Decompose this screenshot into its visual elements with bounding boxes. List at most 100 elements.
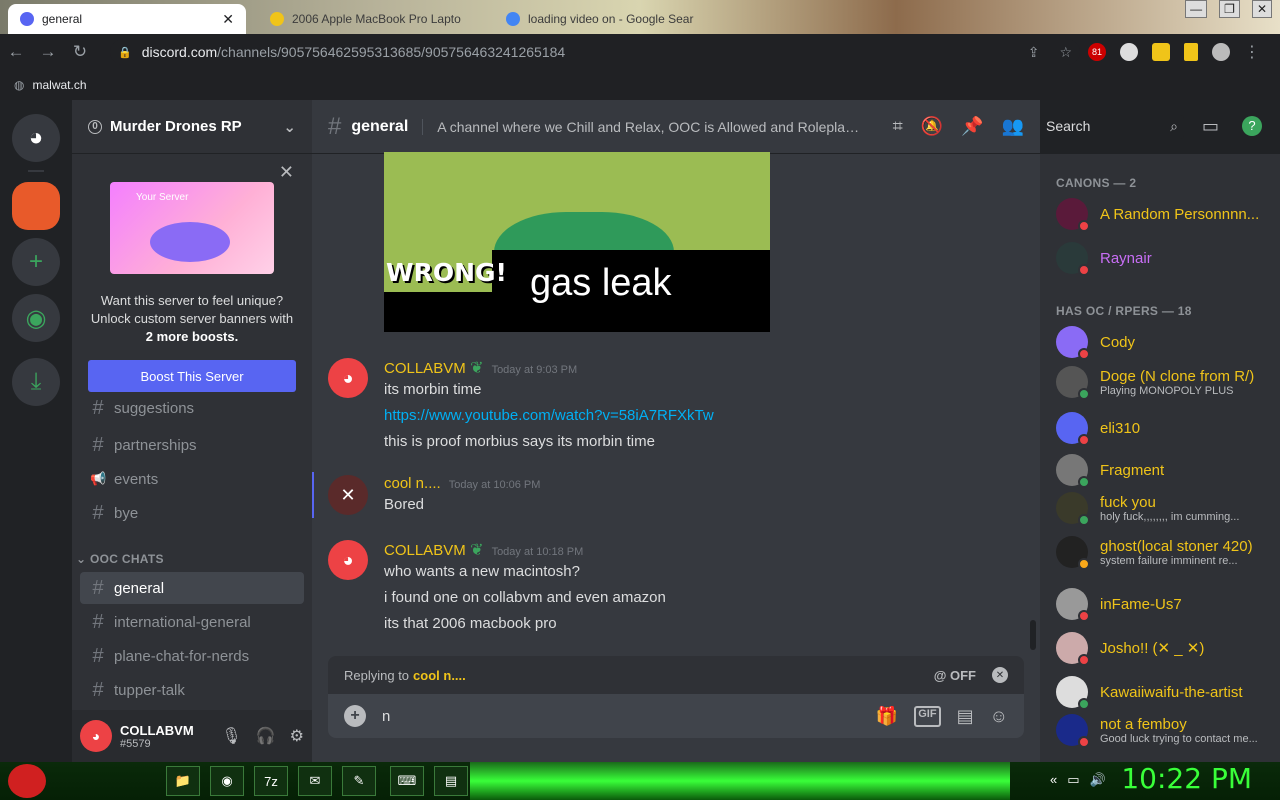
channel-partnerships[interactable]: # partnerships (80, 429, 304, 461)
battery-icon[interactable]: ▭ (1067, 772, 1079, 788)
member-name: inFame-Us7 (1100, 595, 1182, 613)
headphones-icon[interactable]: 🎧 (256, 726, 276, 746)
channel-suggestions[interactable]: # suggestions (80, 396, 304, 420)
discord-home-icon[interactable]: ◕ (12, 114, 60, 162)
inbox-icon[interactable]: ▭ (1202, 116, 1219, 137)
search-input[interactable]: Search ⌕ (1040, 115, 1184, 139)
message-author[interactable]: COLLABVM (384, 542, 466, 559)
member-item[interactable]: Josho!! (✕ _ ✕) (1056, 628, 1276, 668)
message-author[interactable]: COLLABVM (384, 360, 466, 377)
boost-line-2: Unlock custom server banners with (90, 311, 294, 326)
sidepanel-icon[interactable] (1184, 43, 1198, 61)
mention-toggle[interactable]: @ OFF (934, 668, 976, 683)
extension-icon[interactable] (1120, 43, 1138, 61)
app-icon[interactable]: ✉ (298, 766, 332, 796)
paint-icon[interactable]: ✎ (342, 766, 376, 796)
member-item[interactable]: Fragment (1056, 450, 1276, 490)
cancel-reply-icon[interactable]: ✕ (992, 667, 1008, 683)
channel-plane-chat[interactable]: # plane-chat-for-nerds (80, 640, 304, 672)
tray-chevron-icon[interactable]: « (1050, 772, 1057, 788)
chrome-icon[interactable]: ◉ (210, 766, 244, 796)
member-item[interactable]: inFame-Us7 (1056, 584, 1276, 624)
start-button-icon[interactable] (8, 764, 46, 798)
message-text: its morbin time (384, 381, 482, 398)
server-icon-murder-drones[interactable] (12, 182, 60, 230)
message-avatar[interactable]: ✕ (328, 475, 368, 515)
hash-icon: # (92, 576, 104, 599)
bookmark-malwatch[interactable]: malwat.ch (32, 78, 86, 92)
member-item[interactable]: eli310 (1056, 408, 1276, 448)
channel-title: general (351, 117, 409, 135)
7zip-icon[interactable]: 7z (254, 766, 288, 796)
notepad-icon[interactable]: ▤ (434, 766, 468, 796)
add-server-icon[interactable]: + (12, 238, 60, 286)
member-item[interactable]: A Random Personnnn... (1056, 194, 1276, 234)
emoji-icon[interactable]: ☺ (990, 706, 1008, 727)
settings-gear-icon[interactable]: ⚙ (290, 726, 304, 746)
member-list-icon[interactable]: 👥 (1002, 116, 1024, 137)
member-category: HAS OC / RPERS — 18 (1056, 304, 1192, 318)
message-link[interactable]: https://www.youtube.com/watch?v=58iA7RFX… (384, 406, 714, 426)
channel-bye[interactable]: # bye (80, 497, 304, 529)
channel-topic[interactable]: A channel where we Chill and Relax, OOC … (422, 118, 862, 135)
explore-compass-icon[interactable]: ◉ (12, 294, 60, 342)
boost-server-button[interactable]: Boost This Server (88, 360, 296, 392)
keyboard-icon[interactable]: ⌨ (390, 766, 424, 796)
message-input[interactable]: n (382, 708, 390, 725)
channel-label: bye (114, 504, 139, 522)
help-icon[interactable]: ? (1242, 116, 1262, 136)
tab-google[interactable]: loading video on - Google Sear (494, 4, 726, 34)
chevron-down-icon[interactable]: ⌄ (283, 118, 296, 136)
close-window-icon[interactable]: ✕ (1251, 0, 1272, 18)
tab-macbook[interactable]: 2006 Apple MacBook Pro Lapto (258, 4, 490, 34)
member-item[interactable]: Cody (1056, 322, 1276, 362)
bookmark-star-icon[interactable]: ☆ (1059, 44, 1072, 61)
card-title: Your Server (136, 192, 189, 203)
share-icon[interactable]: ⇪ (1028, 44, 1040, 61)
attach-plus-icon[interactable]: + (344, 705, 366, 727)
reload-icon[interactable]: ↻ (64, 42, 96, 62)
channel-label: events (114, 470, 159, 488)
minimize-icon[interactable]: — (1185, 0, 1208, 18)
ublock-icon[interactable]: 81 (1088, 43, 1106, 61)
channel-tupper-talk[interactable]: # tupper-talk (80, 674, 304, 706)
server-header[interactable]: 0 Murder Drones RP ⌄ (72, 100, 312, 154)
sticker-icon[interactable]: ▤ (957, 706, 974, 727)
close-icon[interactable]: ✕ (279, 162, 294, 183)
forward-icon[interactable]: → (32, 42, 64, 62)
member-item[interactable]: not a femboy Good luck trying to contact … (1056, 710, 1276, 750)
puzzle-icon[interactable] (1152, 43, 1170, 61)
pin-icon[interactable]: 📌 (961, 116, 983, 137)
member-item[interactable]: fuck you holy fuck,,,,,,,, im cumming... (1056, 488, 1276, 528)
gift-icon[interactable]: 🎁 (876, 706, 898, 727)
category-ooc-chats[interactable]: ⌄ OOC CHATS (76, 552, 164, 566)
meme-image[interactable]: WRONG! gas leak (384, 152, 770, 332)
address-bar[interactable]: 🔒 discord.com/channels/90575646259531368… (110, 39, 1080, 65)
user-avatar[interactable]: ◕ (80, 720, 112, 752)
maximize-icon[interactable]: ❐ (1219, 0, 1240, 18)
profile-icon[interactable] (1212, 43, 1230, 61)
scrollbar[interactable] (1030, 620, 1036, 650)
channel-international-general[interactable]: # international-general (80, 606, 304, 638)
notification-bell-icon[interactable]: 🔕 (921, 116, 943, 137)
threads-icon[interactable]: ⌗ (893, 116, 903, 137)
gif-icon[interactable]: GIF (914, 705, 941, 727)
tab-general[interactable]: general ✕ (8, 4, 246, 34)
member-item[interactable]: Doge (N clone from R/) Playing MONOPOLY P… (1056, 362, 1276, 402)
message-avatar[interactable]: ◕ (328, 540, 368, 580)
channel-events[interactable]: 📢 events (80, 463, 304, 495)
member-item[interactable]: Kawaiiwaifu-the-artist (1056, 672, 1276, 712)
mute-mic-icon[interactable]: 🎙 (221, 726, 241, 746)
download-icon[interactable]: ⤓ (12, 358, 60, 406)
channel-general[interactable]: # general (80, 572, 304, 604)
close-tab-icon[interactable]: ✕ (222, 11, 234, 28)
member-item[interactable]: Raynair (1056, 238, 1276, 278)
explorer-icon[interactable]: 📁 (166, 766, 200, 796)
message-author[interactable]: cool n.... (384, 475, 441, 492)
member-item[interactable]: ghost(local stoner 420) system failure im… (1056, 532, 1276, 572)
back-icon[interactable]: ← (0, 42, 32, 62)
message-avatar[interactable]: ◕ (328, 358, 368, 398)
volume-icon[interactable]: 🔊 (1090, 772, 1106, 788)
menu-dots-icon[interactable]: ⋮ (1244, 42, 1260, 62)
channel-label: plane-chat-for-nerds (114, 647, 250, 665)
